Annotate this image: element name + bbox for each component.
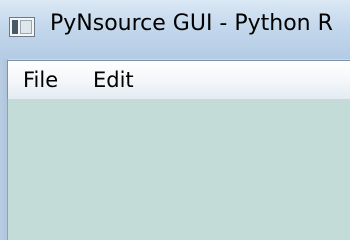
diagram-canvas[interactable] bbox=[7, 99, 350, 240]
app-window: PyNsource GUI - Python R File Edit bbox=[0, 0, 350, 240]
menu-bar: File Edit bbox=[7, 60, 350, 99]
menu-edit[interactable]: Edit bbox=[93, 68, 134, 92]
app-icon-sidebar-shape bbox=[12, 20, 18, 34]
app-window-icon[interactable] bbox=[9, 17, 35, 37]
title-bar[interactable]: PyNsource GUI - Python R bbox=[0, 0, 350, 59]
window-title: PyNsource GUI - Python R bbox=[50, 11, 333, 36]
app-icon-pane-shape bbox=[20, 20, 32, 34]
menu-file[interactable]: File bbox=[23, 68, 58, 92]
